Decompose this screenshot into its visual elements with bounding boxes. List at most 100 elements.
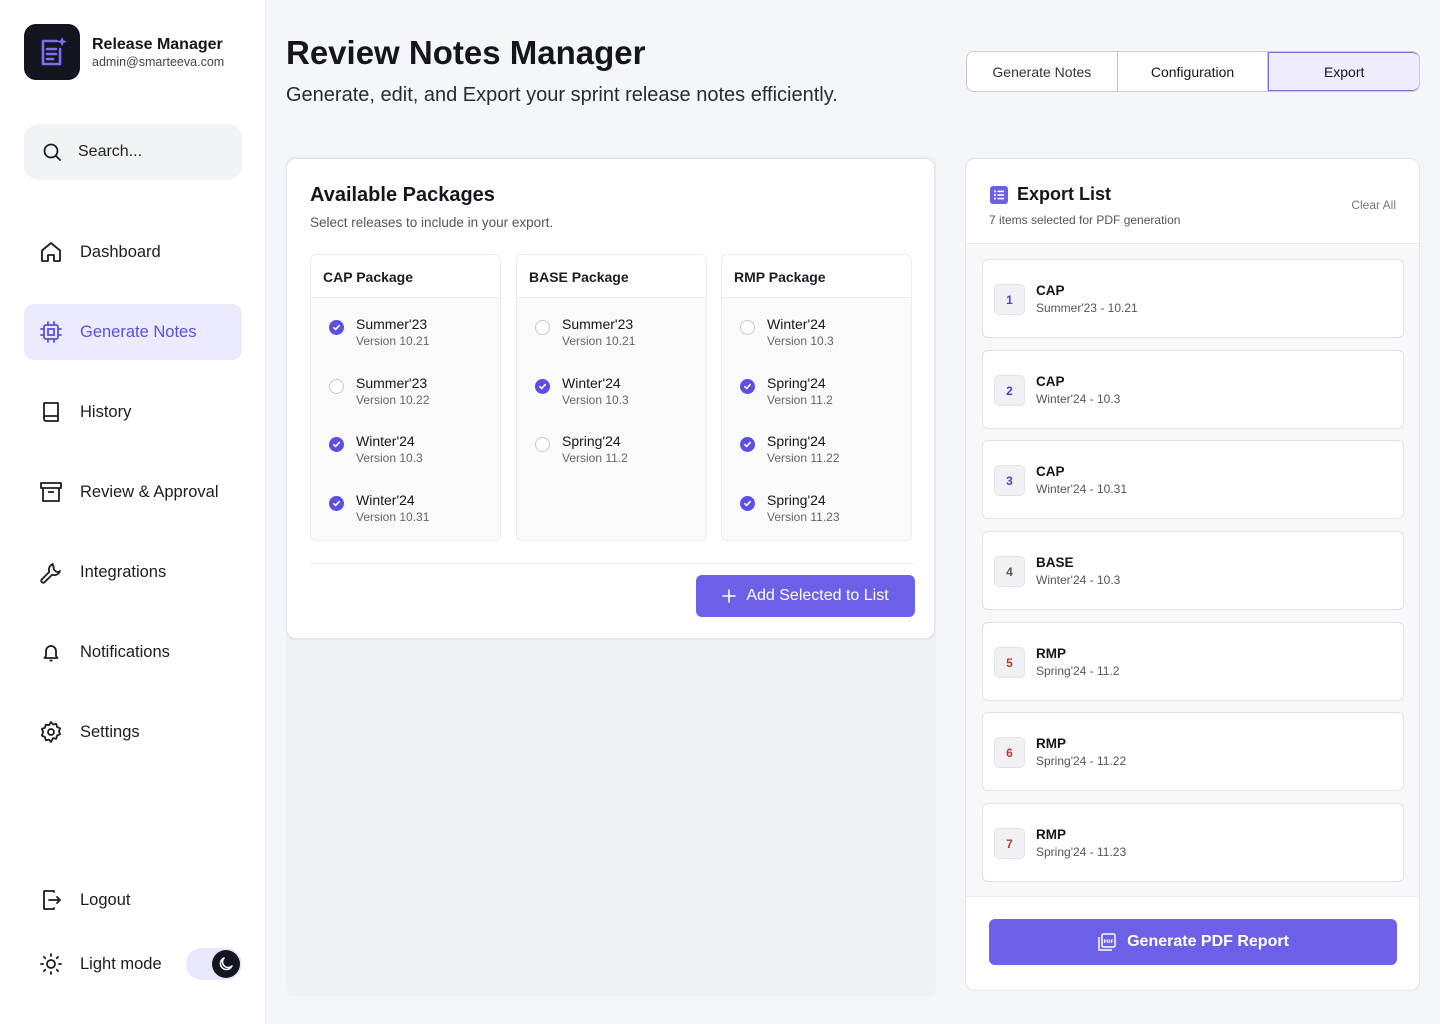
checkbox-unchecked-icon[interactable] (535, 320, 550, 335)
release-option[interactable]: Spring'24 Version 11.22 (740, 433, 900, 465)
release-name: Spring'24 (767, 433, 826, 449)
sidebar: Release Manager admin@smarteeva.com Sear… (0, 0, 266, 1024)
clear-all-button[interactable]: Clear All (1351, 198, 1396, 212)
item-number: 7 (994, 828, 1025, 859)
checkbox-checked-icon[interactable] (329, 320, 344, 335)
svg-text:PDF: PDF (1104, 939, 1114, 945)
available-packages-card: Available Packages Select releases to in… (286, 158, 935, 639)
brand-name: Release Manager (92, 35, 223, 53)
checkbox-checked-icon[interactable] (740, 496, 755, 511)
logout-button[interactable]: Logout (24, 872, 242, 928)
export-list-panel: Export List 7 items selected for PDF gen… (965, 158, 1420, 991)
export-item[interactable]: 4 BASE Winter'24 - 10.3 (982, 531, 1404, 610)
item-release: Winter'24 - 10.3 (1036, 573, 1121, 587)
item-number: 6 (994, 737, 1025, 768)
tab-generate-notes[interactable]: Generate Notes (967, 52, 1118, 91)
release-option[interactable]: Spring'24 Version 11.2 (740, 375, 900, 407)
export-subtitle: 7 items selected for PDF generation (989, 213, 1181, 227)
archive-icon (40, 482, 62, 502)
export-item[interactable]: 2 CAP Winter'24 - 10.3 (982, 350, 1404, 429)
export-item[interactable]: 3 CAP Winter'24 - 10.31 (982, 440, 1404, 519)
brand: Release Manager admin@smarteeva.com (24, 24, 224, 80)
export-item[interactable]: 7 RMP Spring'24 - 11.23 (982, 803, 1404, 882)
tab-export[interactable]: Export (1268, 52, 1419, 91)
checkbox-unchecked-icon[interactable] (329, 379, 344, 394)
package-title: CAP Package (311, 255, 500, 298)
package-rmp: RMP Package Winter'24 Version 10.3 Spring… (721, 254, 912, 541)
nav-notifications[interactable]: Notifications (24, 624, 242, 680)
export-items: 1 CAP Summer'23 - 10.21 2 CAP Winter'24 … (966, 245, 1419, 897)
nav-dashboard[interactable]: Dashboard (24, 224, 242, 280)
checkbox-checked-icon[interactable] (329, 496, 344, 511)
checkbox-checked-icon[interactable] (535, 379, 550, 394)
plus-icon (722, 589, 737, 603)
release-version: Version 11.2 (562, 451, 628, 465)
nav-review-approval[interactable]: Review & Approval (24, 464, 242, 520)
checkbox-checked-icon[interactable] (740, 379, 755, 394)
release-option[interactable]: Summer'23 Version 10.21 (329, 316, 489, 348)
item-package: CAP (1036, 464, 1065, 479)
nav-generate-notes-label: Generate Notes (80, 322, 197, 341)
checkbox-checked-icon[interactable] (740, 437, 755, 452)
search-input[interactable]: Search... (24, 124, 242, 180)
release-option[interactable]: Spring'24 Version 11.2 (535, 433, 695, 465)
release-option[interactable]: Winter'24 Version 10.31 (329, 492, 489, 524)
release-version: Version 10.3 (767, 334, 834, 348)
nav-generate-notes[interactable]: Generate Notes (24, 304, 242, 360)
item-release: Spring'24 - 11.22 (1036, 754, 1127, 768)
release-version: Version 11.2 (767, 393, 833, 407)
nav-notifications-label: Notifications (80, 642, 170, 661)
page-title: Review Notes Manager (286, 34, 646, 71)
nav-settings-label: Settings (80, 722, 140, 741)
checkbox-unchecked-icon[interactable] (740, 320, 755, 335)
export-title: Export List (1017, 184, 1112, 204)
item-package: CAP (1036, 374, 1065, 389)
package-title: RMP Package (722, 255, 911, 298)
wrench-icon (40, 563, 61, 584)
release-version: Version 11.22 (767, 451, 840, 465)
item-package: CAP (1036, 283, 1065, 298)
nav-history[interactable]: History (24, 384, 242, 440)
checkbox-checked-icon[interactable] (329, 437, 344, 452)
release-name: Winter'24 (356, 492, 415, 508)
release-version: Version 11.23 (767, 510, 840, 524)
nav-settings[interactable]: Settings (24, 704, 242, 760)
release-option[interactable]: Winter'24 Version 10.3 (740, 316, 900, 348)
item-release: Spring'24 - 11.2 (1036, 664, 1120, 678)
item-package: BASE (1036, 555, 1074, 570)
tab-configuration[interactable]: Configuration (1118, 52, 1269, 91)
list-icon (990, 185, 1008, 204)
light-mode-label: Light mode (80, 954, 162, 973)
generate-pdf-button[interactable]: PDF Generate PDF Report (989, 919, 1397, 965)
home-icon (41, 242, 61, 262)
theme-toggle[interactable] (186, 948, 242, 980)
item-number: 2 (994, 375, 1025, 406)
package-title: BASE Package (517, 255, 706, 298)
item-package: RMP (1036, 736, 1066, 751)
logout-icon (43, 890, 61, 910)
export-footer: PDF Generate PDF Report (966, 896, 1419, 990)
nav-review-approval-label: Review & Approval (80, 482, 219, 501)
package-base: BASE Package Summer'23 Version 10.21 Wint… (516, 254, 707, 541)
release-option[interactable]: Summer'23 Version 10.22 (329, 375, 489, 407)
checkbox-unchecked-icon[interactable] (535, 437, 550, 452)
release-option[interactable]: Winter'24 Version 10.3 (535, 375, 695, 407)
nav-history-label: History (80, 402, 132, 421)
nav-dashboard-label: Dashboard (80, 242, 161, 261)
view-tabs: Generate Notes Configuration Export (966, 51, 1420, 92)
release-name: Summer'23 (562, 316, 634, 332)
release-option[interactable]: Spring'24 Version 11.23 (740, 492, 900, 524)
export-item[interactable]: 5 RMP Spring'24 - 11.2 (982, 622, 1404, 701)
sun-icon (40, 953, 62, 975)
release-version: Version 10.21 (356, 334, 430, 348)
item-number: 4 (994, 556, 1025, 587)
nav-integrations[interactable]: Integrations (24, 544, 242, 600)
release-option[interactable]: Summer'23 Version 10.21 (535, 316, 695, 348)
release-name: Summer'23 (356, 316, 428, 332)
release-option[interactable]: Winter'24 Version 10.3 (329, 433, 489, 465)
release-name: Winter'24 (767, 316, 826, 332)
add-selected-button[interactable]: Add Selected to List (696, 575, 915, 617)
export-item[interactable]: 1 CAP Summer'23 - 10.21 (982, 259, 1404, 338)
item-package: RMP (1036, 827, 1066, 842)
export-item[interactable]: 6 RMP Spring'24 - 11.22 (982, 712, 1404, 791)
